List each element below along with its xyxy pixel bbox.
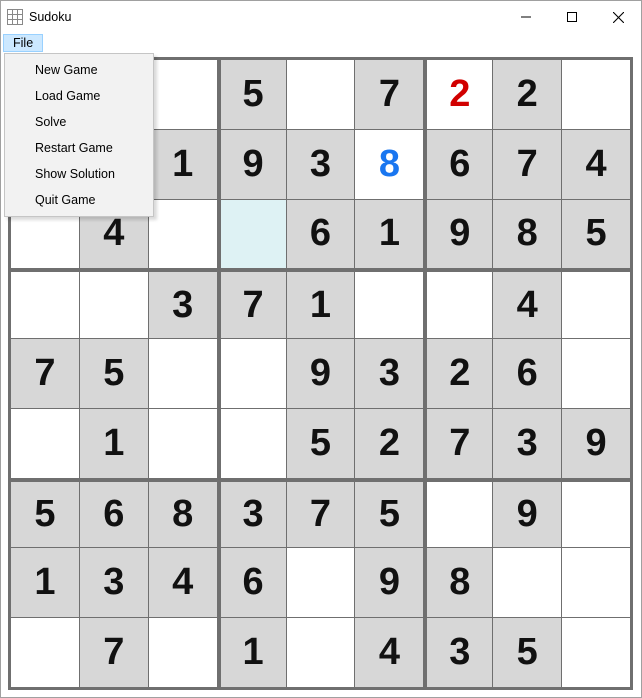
menu-item-restart-game[interactable]: Restart Game	[7, 135, 151, 161]
app-window: Sudoku File New Game Load Game Solve Res…	[0, 0, 642, 698]
cell-r4-c3[interactable]	[218, 339, 286, 408]
cell-r3-c3[interactable]: 7	[218, 269, 286, 338]
cell-r4-c7[interactable]: 6	[493, 339, 561, 408]
cell-r7-c2[interactable]: 4	[149, 548, 217, 617]
cell-r7-c8[interactable]	[562, 548, 630, 617]
menu-file-dropdown: New Game Load Game Solve Restart Game Sh…	[4, 53, 154, 217]
cell-r5-c8[interactable]: 9	[562, 409, 630, 478]
cell-r1-c2[interactable]: 1	[149, 130, 217, 199]
cell-r2-c4[interactable]: 6	[287, 200, 355, 269]
cell-r3-c5[interactable]	[355, 269, 423, 338]
cell-r7-c3[interactable]: 6	[218, 548, 286, 617]
cell-r8-c1[interactable]: 7	[80, 618, 148, 687]
cell-r2-c7[interactable]: 8	[493, 200, 561, 269]
window-controls	[503, 1, 641, 33]
close-button[interactable]	[595, 1, 641, 33]
cell-r5-c1[interactable]: 1	[80, 409, 148, 478]
cell-r5-c7[interactable]: 3	[493, 409, 561, 478]
cell-r5-c2[interactable]	[149, 409, 217, 478]
cell-r5-c5[interactable]: 2	[355, 409, 423, 478]
cell-r4-c6[interactable]: 2	[424, 339, 492, 408]
cell-r7-c6[interactable]: 8	[424, 548, 492, 617]
cell-r7-c7[interactable]	[493, 548, 561, 617]
cell-r2-c5[interactable]: 1	[355, 200, 423, 269]
menu-file[interactable]: File	[3, 34, 43, 52]
cell-r0-c4[interactable]	[287, 60, 355, 129]
cell-r0-c6[interactable]: 2	[424, 60, 492, 129]
cell-r6-c5[interactable]: 5	[355, 479, 423, 548]
cell-r8-c2[interactable]	[149, 618, 217, 687]
cell-r8-c8[interactable]	[562, 618, 630, 687]
cell-r4-c1[interactable]: 5	[80, 339, 148, 408]
cell-r5-c0[interactable]	[11, 409, 79, 478]
menubar: File New Game Load Game Solve Restart Ga…	[1, 33, 641, 53]
cell-r4-c2[interactable]	[149, 339, 217, 408]
cell-r0-c5[interactable]: 7	[355, 60, 423, 129]
cell-r4-c0[interactable]: 7	[11, 339, 79, 408]
cell-r2-c2[interactable]	[149, 200, 217, 269]
menu-item-new-game[interactable]: New Game	[7, 57, 151, 83]
menu-item-quit-game[interactable]: Quit Game	[7, 187, 151, 213]
cell-r1-c7[interactable]: 7	[493, 130, 561, 199]
cell-r8-c0[interactable]	[11, 618, 79, 687]
cell-r3-c7[interactable]: 4	[493, 269, 561, 338]
cell-r5-c3[interactable]	[218, 409, 286, 478]
cell-r0-c8[interactable]	[562, 60, 630, 129]
titlebar: Sudoku	[1, 1, 641, 33]
cell-r8-c7[interactable]: 5	[493, 618, 561, 687]
app-icon	[7, 9, 23, 25]
cell-r3-c2[interactable]: 3	[149, 269, 217, 338]
cell-r4-c5[interactable]: 3	[355, 339, 423, 408]
cell-r6-c1[interactable]: 6	[80, 479, 148, 548]
cell-r6-c6[interactable]	[424, 479, 492, 548]
cell-r3-c6[interactable]	[424, 269, 492, 338]
cell-r8-c6[interactable]: 3	[424, 618, 492, 687]
minimize-icon	[521, 12, 531, 22]
cell-r5-c4[interactable]: 5	[287, 409, 355, 478]
minimize-button[interactable]	[503, 1, 549, 33]
cell-r3-c8[interactable]	[562, 269, 630, 338]
maximize-icon	[567, 12, 577, 22]
cell-r6-c4[interactable]: 7	[287, 479, 355, 548]
cell-r8-c5[interactable]: 4	[355, 618, 423, 687]
maximize-button[interactable]	[549, 1, 595, 33]
cell-r6-c0[interactable]: 5	[11, 479, 79, 548]
close-icon	[613, 12, 624, 23]
cell-r0-c7[interactable]: 2	[493, 60, 561, 129]
menu-item-show-solution[interactable]: Show Solution	[7, 161, 151, 187]
cell-r1-c3[interactable]: 9	[218, 130, 286, 199]
cell-r3-c0[interactable]	[11, 269, 79, 338]
window-title: Sudoku	[29, 10, 71, 24]
menu-item-solve[interactable]: Solve	[7, 109, 151, 135]
cell-r0-c3[interactable]: 5	[218, 60, 286, 129]
cell-r1-c8[interactable]: 4	[562, 130, 630, 199]
menu-item-load-game[interactable]: Load Game	[7, 83, 151, 109]
cell-r2-c6[interactable]: 9	[424, 200, 492, 269]
titlebar-left: Sudoku	[7, 9, 71, 25]
cell-r6-c8[interactable]	[562, 479, 630, 548]
cell-r2-c3[interactable]	[218, 200, 286, 269]
cell-r3-c1[interactable]	[80, 269, 148, 338]
cell-r7-c0[interactable]: 1	[11, 548, 79, 617]
cell-r3-c4[interactable]: 1	[287, 269, 355, 338]
cell-r7-c5[interactable]: 9	[355, 548, 423, 617]
cell-r5-c6[interactable]: 7	[424, 409, 492, 478]
cell-r1-c5[interactable]: 8	[355, 130, 423, 199]
cell-r6-c2[interactable]: 8	[149, 479, 217, 548]
cell-r7-c4[interactable]	[287, 548, 355, 617]
cell-r1-c6[interactable]: 6	[424, 130, 492, 199]
cell-r4-c8[interactable]	[562, 339, 630, 408]
cell-r8-c4[interactable]	[287, 618, 355, 687]
cell-r1-c4[interactable]: 3	[287, 130, 355, 199]
cell-r4-c4[interactable]: 9	[287, 339, 355, 408]
cell-r8-c3[interactable]: 1	[218, 618, 286, 687]
cell-r0-c2[interactable]	[149, 60, 217, 129]
cell-r7-c1[interactable]: 3	[80, 548, 148, 617]
cell-r6-c3[interactable]: 3	[218, 479, 286, 548]
cell-r6-c7[interactable]: 9	[493, 479, 561, 548]
cell-r2-c8[interactable]: 5	[562, 200, 630, 269]
